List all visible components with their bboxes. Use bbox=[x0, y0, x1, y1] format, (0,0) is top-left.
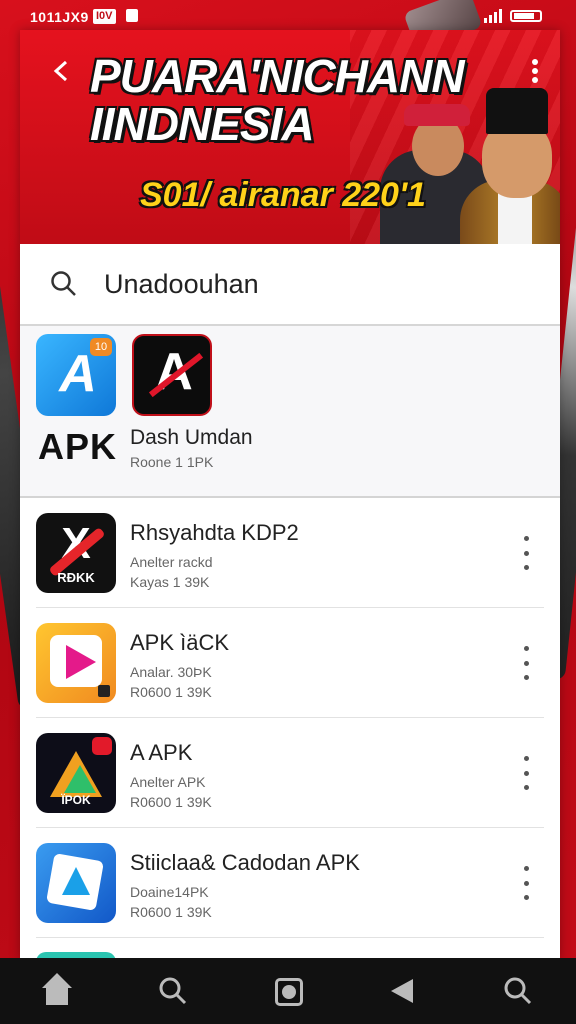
app-name: A APK bbox=[130, 740, 193, 765]
camera-icon[interactable] bbox=[266, 969, 310, 1013]
banner-subtitle: S01/ airanar 220'1 bbox=[140, 176, 426, 214]
app-icon-a-apk: ÏPOK bbox=[36, 733, 116, 813]
more-vert-icon[interactable] bbox=[514, 646, 538, 680]
status-time: 1011JX9 bbox=[30, 9, 89, 25]
divider bbox=[36, 937, 544, 938]
app-meta-1: Doaine14PK bbox=[130, 884, 209, 900]
app-meta-2: R0600 1 39K bbox=[130, 684, 212, 700]
app-icon-apk-lock bbox=[36, 623, 116, 703]
more-vert-icon[interactable] bbox=[514, 536, 538, 570]
lock-icon bbox=[126, 9, 138, 22]
app-meta-1: Anelter rackd bbox=[130, 554, 213, 570]
status-bar: 1011JX9 I0V bbox=[0, 0, 576, 51]
apk-tile-badge: 10 bbox=[90, 338, 112, 356]
more-vert-icon[interactable] bbox=[514, 756, 538, 790]
app-meta-2: R0600 1 39K bbox=[130, 904, 212, 920]
app-list: X RÐKK Rhsyahdta KDP2 Anelter rackd Kaya… bbox=[20, 498, 560, 938]
list-item[interactable]: APK ìäCK Analar. 30ÞK R0600 1 39K bbox=[20, 608, 560, 718]
banner-title-line-1: PUARA'NICHANN bbox=[90, 50, 465, 102]
more-vert-icon bbox=[532, 59, 538, 83]
search-icon[interactable] bbox=[50, 270, 78, 298]
back-button[interactable] bbox=[44, 54, 78, 88]
featured-apk-label: APK bbox=[38, 426, 118, 467]
arrow-left-icon bbox=[53, 60, 68, 82]
bottom-navigation-bar bbox=[0, 958, 576, 1024]
app-meta-1: Anelter APK bbox=[130, 774, 206, 790]
app-meta-1: Analar. 30ÞK bbox=[130, 664, 212, 680]
app-window: PUARA'NICHANN IINDNESIA S01/ airanar 220… bbox=[20, 30, 560, 960]
app-name: Stiiclaa& Cadodan APK bbox=[130, 850, 360, 875]
signal-icon bbox=[484, 9, 502, 23]
banner-title: PUARA'NICHANN IINDNESIA bbox=[90, 50, 465, 150]
battery-icon bbox=[510, 10, 542, 22]
featured-app-tile-apk[interactable]: A 10 bbox=[36, 334, 116, 416]
back-icon[interactable] bbox=[381, 969, 425, 1013]
search-input[interactable] bbox=[104, 264, 524, 304]
banner-title-line-2: IINDNESIA bbox=[90, 98, 315, 150]
search-icon[interactable] bbox=[151, 969, 195, 1013]
search-icon[interactable] bbox=[496, 969, 540, 1013]
more-vert-icon[interactable] bbox=[514, 866, 538, 900]
more-options-button[interactable] bbox=[520, 54, 550, 88]
status-notification-badge: I0V bbox=[93, 9, 116, 24]
list-item[interactable]: Stiiclaa& Cadodan APK Doaine14PK R0600 1… bbox=[20, 828, 560, 938]
app-meta-2: Kayas 1 39K bbox=[130, 574, 210, 590]
list-item[interactable]: ÏPOK A APK Anelter APK R0600 1 39K bbox=[20, 718, 560, 828]
featured-app-title[interactable]: Dash Umdan bbox=[130, 426, 253, 450]
featured-apps: A 10 A APK Dash Umdan Roone 1 1PK bbox=[20, 326, 560, 498]
featured-app-tile-dash[interactable]: A bbox=[132, 334, 212, 416]
app-icon-stiiclaa bbox=[36, 843, 116, 923]
app-name: Rhsyahdta KDP2 bbox=[130, 520, 299, 545]
search-bar[interactable] bbox=[20, 244, 560, 326]
hero-banner: PUARA'NICHANN IINDNESIA S01/ airanar 220… bbox=[20, 30, 560, 244]
app-icon-rhsyahdta: X RÐKK bbox=[36, 513, 116, 593]
list-item[interactable]: X RÐKK Rhsyahdta KDP2 Anelter rackd Kaya… bbox=[20, 498, 560, 608]
home-icon[interactable] bbox=[36, 969, 80, 1013]
app-meta-2: R0600 1 39K bbox=[130, 794, 212, 810]
app-name: APK ìäCK bbox=[130, 630, 230, 655]
featured-app-subtitle: Roone 1 1PK bbox=[130, 454, 214, 470]
person-illustration-2-peci bbox=[486, 88, 548, 134]
